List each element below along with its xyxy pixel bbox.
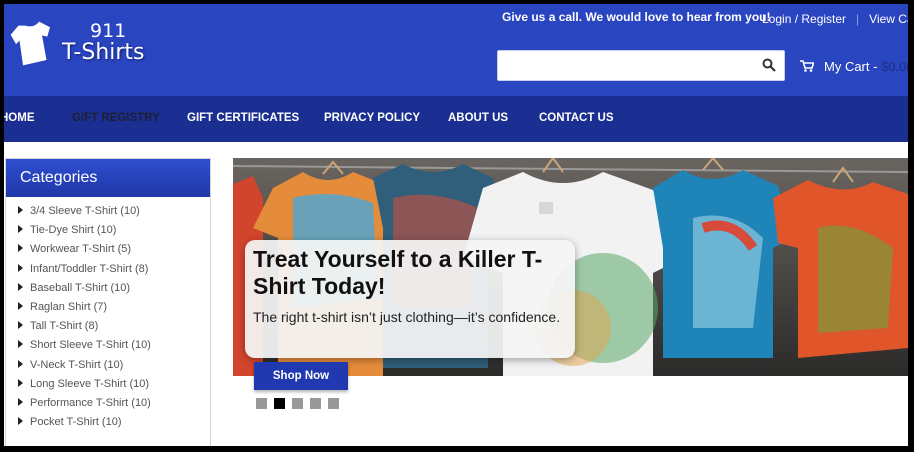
promo-card: Treat Yourself to a Killer T-Shirt Today… bbox=[245, 240, 575, 358]
my-cart[interactable]: My Cart - $0.00 bbox=[800, 59, 908, 74]
category-item[interactable]: Short Sleeve T-Shirt (10) bbox=[18, 339, 210, 358]
hero-banner[interactable]: Treat Yourself to a Killer T-Shirt Today… bbox=[233, 158, 908, 376]
shop-now-button[interactable]: Shop Now bbox=[254, 362, 348, 390]
category-item[interactable]: Long Sleeve T-Shirt (10) bbox=[18, 378, 210, 397]
nav-gift-registry[interactable]: GIFT REGISTRY bbox=[72, 112, 160, 124]
category-item[interactable]: Pocket T-Shirt (10) bbox=[18, 416, 210, 435]
logo-name: T-Shirts bbox=[62, 40, 145, 65]
logo-number: 911 bbox=[90, 20, 127, 42]
search-input[interactable] bbox=[504, 57, 754, 75]
category-item[interactable]: V-Neck T-Shirt (10) bbox=[18, 359, 210, 378]
category-item[interactable]: Performance T-Shirt (10) bbox=[18, 397, 210, 416]
triangle-right-icon bbox=[18, 263, 23, 272]
category-list: 3/4 Sleeve T-Shirt (10) Tie-Dye Shirt (1… bbox=[6, 197, 210, 435]
view-cart-link[interactable]: View Car bbox=[869, 12, 908, 26]
cart-label: My Cart - bbox=[824, 59, 878, 74]
main-nav: HOME GIFT REGISTRY GIFT CERTIFICATES PRI… bbox=[4, 96, 908, 142]
category-item[interactable]: Raglan Shirt (7) bbox=[18, 301, 210, 320]
promo-subtext: The right t-shirt isn’t just clothing—it… bbox=[253, 309, 561, 325]
category-item[interactable]: Tie-Dye Shirt (10) bbox=[18, 224, 210, 243]
slide-dot[interactable] bbox=[292, 398, 303, 409]
triangle-right-icon bbox=[18, 282, 23, 291]
triangle-right-icon bbox=[18, 359, 23, 368]
categories-title: Categories bbox=[6, 159, 210, 197]
triangle-right-icon bbox=[18, 206, 23, 214]
category-label: Pocket T-Shirt (10) bbox=[30, 416, 122, 429]
category-item[interactable]: Baseball T-Shirt (10) bbox=[18, 282, 210, 301]
category-item[interactable]: Tall T-Shirt (8) bbox=[18, 320, 210, 339]
category-item[interactable]: Infant/Toddler T-Shirt (8) bbox=[18, 263, 210, 282]
category-item[interactable]: 3/4 Sleeve T-Shirt (10) bbox=[18, 205, 210, 224]
category-label: Tie-Dye Shirt (10) bbox=[30, 224, 117, 237]
triangle-right-icon bbox=[18, 417, 23, 426]
slide-dot[interactable] bbox=[256, 398, 267, 409]
triangle-right-icon bbox=[18, 378, 23, 387]
category-label: Performance T-Shirt (10) bbox=[30, 396, 151, 409]
category-label: Long Sleeve T-Shirt (10) bbox=[30, 377, 150, 390]
account-links: Login / Register | View Car bbox=[762, 12, 908, 26]
category-label: Baseball T-Shirt (10) bbox=[30, 281, 131, 294]
triangle-right-icon bbox=[18, 340, 23, 349]
category-label: Infant/Toddler T-Shirt (8) bbox=[30, 262, 149, 275]
category-label: Workwear T-Shirt (5) bbox=[30, 243, 132, 256]
triangle-right-icon bbox=[18, 225, 23, 234]
page-frame: 911 T-Shirts Give us a call. We would lo… bbox=[4, 4, 908, 446]
nav-home[interactable]: HOME bbox=[4, 112, 35, 124]
nav-gift-certificates[interactable]: GIFT CERTIFICATES bbox=[187, 112, 299, 124]
triangle-right-icon bbox=[18, 244, 23, 253]
slide-dot[interactable] bbox=[328, 398, 339, 409]
triangle-right-icon bbox=[18, 301, 23, 310]
call-us-text: Give us a call. We would love to hear fr… bbox=[502, 10, 771, 24]
cart-icon bbox=[800, 60, 814, 72]
categories-sidebar: Categories 3/4 Sleeve T-Shirt (10) Tie-D… bbox=[5, 158, 211, 446]
category-label: Short Sleeve T-Shirt (10) bbox=[30, 339, 151, 352]
category-label: Tall T-Shirt (8) bbox=[30, 320, 99, 333]
search-icon[interactable] bbox=[762, 58, 776, 72]
login-register-link[interactable]: Login / Register bbox=[762, 12, 846, 26]
nav-privacy-policy[interactable]: PRIVACY POLICY bbox=[324, 112, 420, 124]
category-item[interactable]: Workwear T-Shirt (5) bbox=[18, 243, 210, 262]
nav-contact-us[interactable]: CONTACT US bbox=[539, 112, 614, 124]
cart-amount: $0.00 bbox=[881, 59, 908, 74]
site-logo[interactable]: 911 T-Shirts bbox=[8, 16, 158, 76]
slide-dot[interactable] bbox=[274, 398, 285, 409]
category-label: Raglan Shirt (7) bbox=[30, 300, 108, 313]
nav-about-us[interactable]: ABOUT US bbox=[448, 112, 508, 124]
tshirt-logo-icon bbox=[10, 21, 50, 66]
category-label: V-Neck T-Shirt (10) bbox=[30, 358, 124, 371]
search-box bbox=[497, 50, 785, 81]
triangle-right-icon bbox=[18, 397, 23, 406]
site-header: 911 T-Shirts Give us a call. We would lo… bbox=[4, 4, 908, 96]
promo-headline: Treat Yourself to a Killer T-Shirt Today… bbox=[253, 246, 543, 299]
slide-dot[interactable] bbox=[310, 398, 321, 409]
link-separator: | bbox=[856, 12, 860, 26]
triangle-right-icon bbox=[18, 321, 23, 330]
category-label: 3/4 Sleeve T-Shirt (10) bbox=[30, 205, 140, 217]
